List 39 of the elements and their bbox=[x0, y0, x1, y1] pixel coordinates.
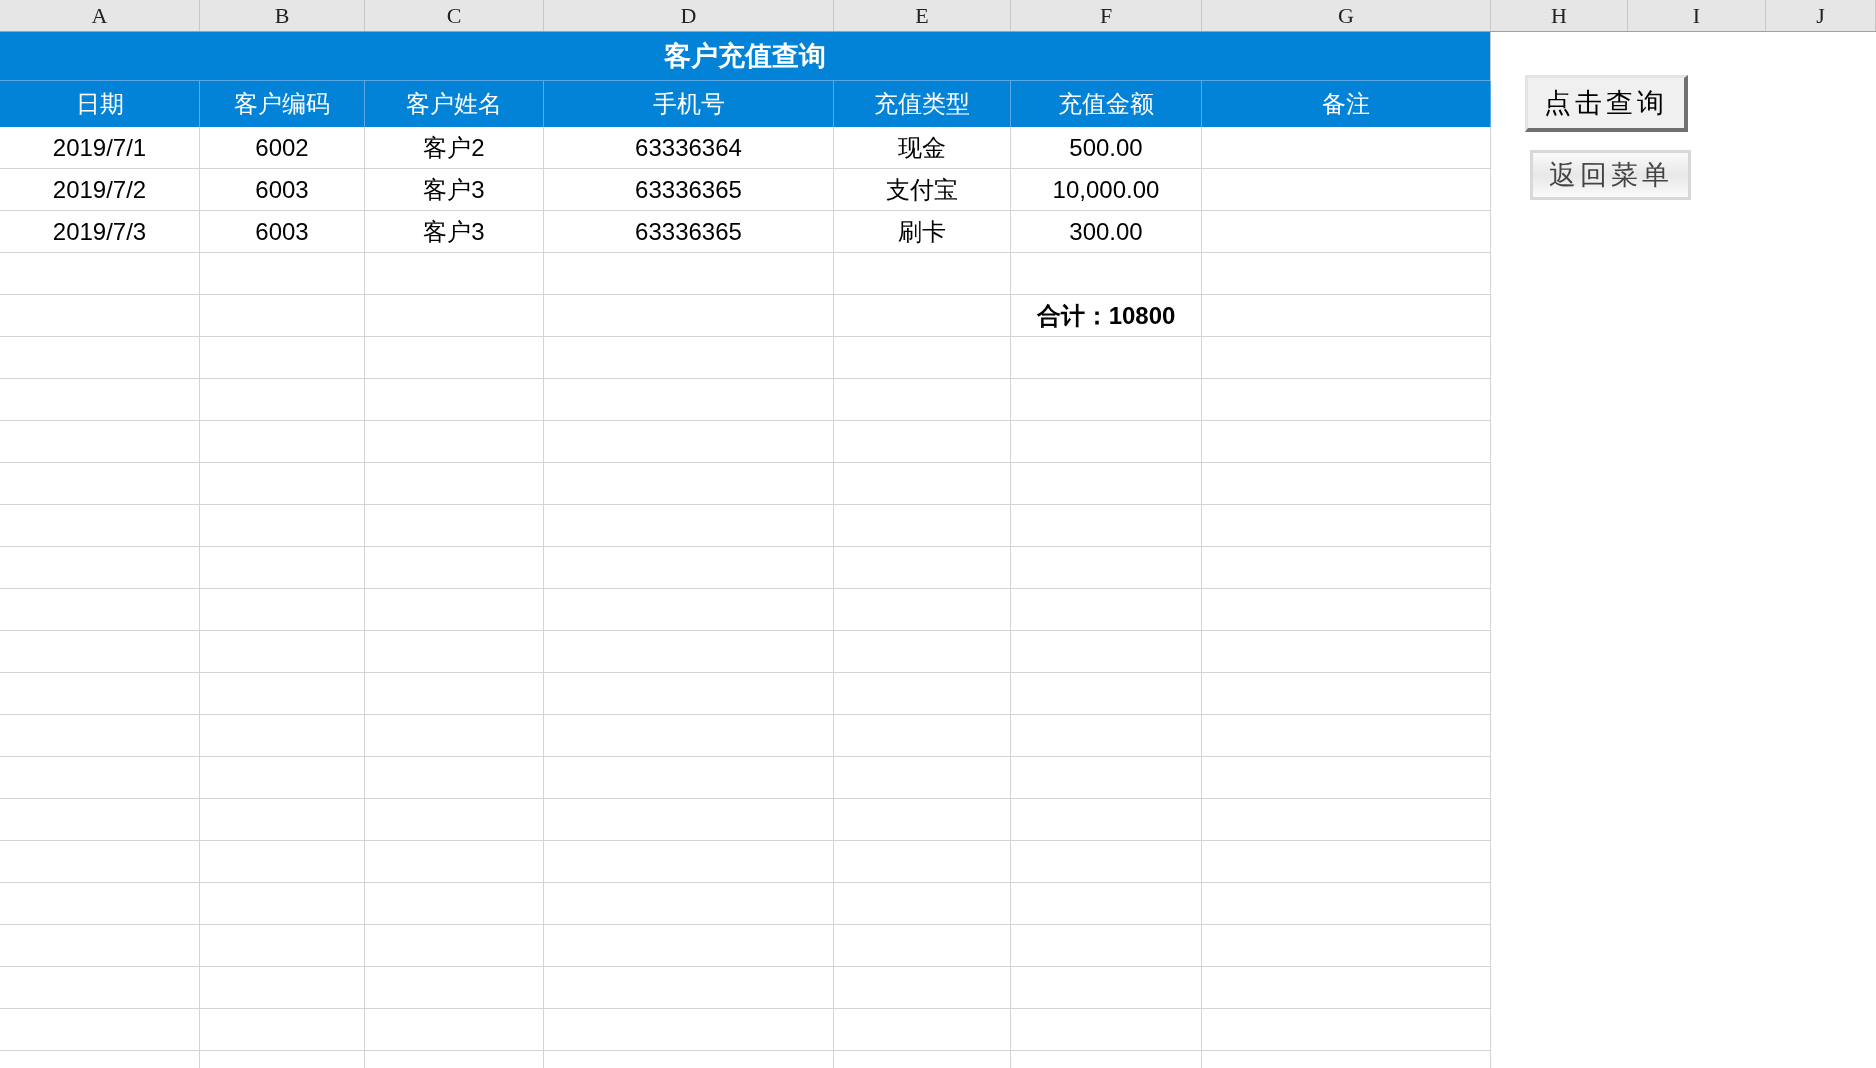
column-header[interactable]: B bbox=[200, 0, 365, 31]
table-cell: 客户3 bbox=[365, 211, 544, 253]
column-heading: 充值类型 bbox=[834, 81, 1011, 127]
column-heading: 手机号 bbox=[544, 81, 834, 127]
column-heading: 备注 bbox=[1202, 81, 1491, 127]
table-cell: 2019/7/2 bbox=[0, 169, 200, 211]
table-cell: 6002 bbox=[200, 127, 365, 169]
column-header[interactable]: J bbox=[1766, 0, 1876, 31]
column-header[interactable]: A bbox=[0, 0, 200, 31]
menu-button[interactable]: 点击查询 bbox=[1525, 75, 1688, 132]
column-heading: 客户编码 bbox=[200, 81, 365, 127]
column-header[interactable]: G bbox=[1202, 0, 1491, 31]
column-header[interactable]: F bbox=[1011, 0, 1202, 31]
table-cell: 支付宝 bbox=[834, 169, 1011, 211]
table-cell: 63336364 bbox=[544, 127, 834, 169]
column-heading: 充值金额 bbox=[1011, 81, 1202, 127]
table-cell: 客户3 bbox=[365, 169, 544, 211]
table-cell: 10,000.00 bbox=[1011, 169, 1202, 211]
column-header[interactable]: C bbox=[365, 0, 544, 31]
column-header[interactable]: H bbox=[1491, 0, 1628, 31]
table-cell: 500.00 bbox=[1011, 127, 1202, 169]
table-cell: 6003 bbox=[200, 169, 365, 211]
column-heading: 日期 bbox=[0, 81, 200, 127]
menu-button[interactable]: 返回菜单 bbox=[1530, 150, 1691, 200]
column-header[interactable]: D bbox=[544, 0, 834, 31]
table-cell: 63336365 bbox=[544, 211, 834, 253]
total-cell: 合计：10800 bbox=[1011, 295, 1202, 337]
table-cell: 2019/7/3 bbox=[0, 211, 200, 253]
table-cell: 客户2 bbox=[365, 127, 544, 169]
table-cell: 300.00 bbox=[1011, 211, 1202, 253]
table-cell: 2019/7/1 bbox=[0, 127, 200, 169]
table-cell: 63336365 bbox=[544, 169, 834, 211]
column-header[interactable]: E bbox=[834, 0, 1011, 31]
table-cell: 6003 bbox=[200, 211, 365, 253]
column-header[interactable]: I bbox=[1628, 0, 1766, 31]
table-cell: 刷卡 bbox=[834, 211, 1011, 253]
column-heading: 客户姓名 bbox=[365, 81, 544, 127]
table-title: 客户充值查询 bbox=[0, 32, 1490, 81]
table-cell: 现金 bbox=[834, 127, 1011, 169]
